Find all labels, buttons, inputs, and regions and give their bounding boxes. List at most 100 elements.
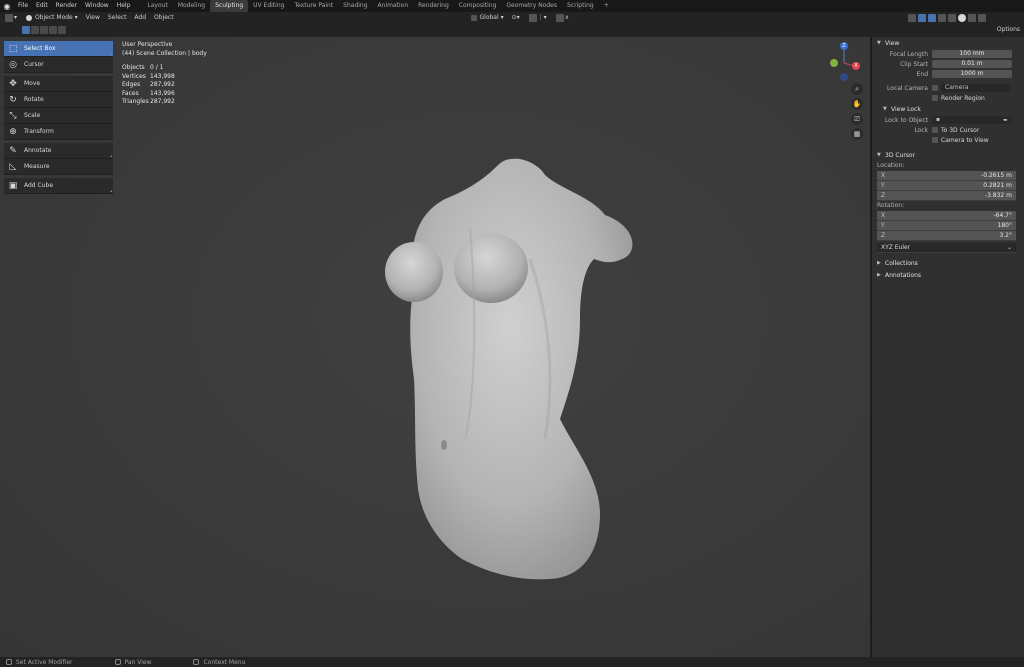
tool-rotate[interactable]: ↻ Rotate: [4, 92, 113, 108]
blender-logo-icon[interactable]: ◉: [0, 0, 14, 12]
options-dropdown[interactable]: Options: [997, 26, 1020, 33]
tool-transform[interactable]: ⊕ Transform: [4, 124, 113, 140]
mode-subtract-icon[interactable]: [40, 26, 48, 34]
mode-extend-icon[interactable]: [31, 26, 39, 34]
chevron-down-icon: ⌄: [1006, 244, 1012, 251]
status-item-set-active-modifier: Set Active Modifier: [0, 659, 73, 666]
tool-select-box[interactable]: ⬚ Select Box: [4, 41, 113, 57]
focal-length-field[interactable]: 100 mm: [932, 50, 1012, 58]
solid-shading-icon[interactable]: [958, 14, 967, 22]
panel-view-lock-header[interactable]: ▼ View Lock: [872, 103, 1024, 115]
tab-uv-editing[interactable]: UV Editing: [248, 0, 289, 12]
mode-intersect-icon[interactable]: [58, 26, 66, 34]
render-region-checkbox[interactable]: [932, 95, 938, 101]
header-menu-view[interactable]: View: [82, 12, 104, 24]
tab-modeling[interactable]: Modeling: [173, 0, 210, 12]
tab-sculpting[interactable]: Sculpting: [210, 0, 249, 12]
local-camera-field[interactable]: Camera: [941, 84, 1011, 92]
zoom-icon[interactable]: ⌕: [851, 83, 863, 95]
gizmo-toggle-icon[interactable]: [918, 14, 927, 22]
tool-scale[interactable]: ⤡ Scale: [4, 108, 113, 124]
menu-file[interactable]: File: [14, 0, 32, 12]
editor-type-icon: [5, 14, 13, 22]
cursor-location-y[interactable]: Y 0.2821 m: [877, 181, 1016, 191]
proportional-edit-toggle[interactable]: ∧: [551, 12, 573, 24]
cursor-location-z[interactable]: Z -3.832 m: [877, 191, 1016, 201]
tool-move[interactable]: ✥ Move: [4, 76, 113, 92]
mode-set-new-icon[interactable]: [22, 26, 30, 34]
axis-value: 0.2821 m: [983, 182, 1012, 189]
pivot-dropdown[interactable]: ⊙ ▾: [508, 12, 524, 24]
mode-invert-icon[interactable]: [49, 26, 57, 34]
sculpted-torso-mesh[interactable]: [370, 119, 650, 589]
cursor-rotation-z[interactable]: Z 3.2°: [877, 231, 1016, 241]
overlay-toggle-icon[interactable]: [928, 14, 937, 22]
rendered-shading-icon[interactable]: [978, 14, 987, 22]
gizmo-y-axis-neg[interactable]: [830, 59, 838, 67]
menu-help[interactable]: Help: [113, 0, 135, 12]
lock-to-object-field[interactable]: ▪: [932, 116, 1012, 124]
menu-edit[interactable]: Edit: [32, 0, 52, 12]
xray-toggle-icon[interactable]: [938, 14, 947, 22]
stat-value: 287,992: [150, 81, 175, 88]
stat-label: Faces: [122, 89, 139, 97]
add-workspace-button[interactable]: +: [599, 0, 614, 12]
cursor-rotation-y[interactable]: Y 180°: [877, 221, 1016, 231]
header-menu-object[interactable]: Object: [150, 12, 178, 24]
cursor-rotation-x[interactable]: X -64.7°: [877, 211, 1016, 221]
tool-options-corner: [110, 155, 112, 157]
tab-layout[interactable]: Layout: [142, 0, 172, 12]
clip-end-field[interactable]: 1000 m: [932, 70, 1012, 78]
panel-3d-cursor-header[interactable]: ▼ 3D Cursor: [872, 149, 1024, 161]
mouse-left-icon: [6, 659, 12, 665]
tool-add-cube[interactable]: ▣ Add Cube: [4, 178, 113, 194]
eyedropper-icon[interactable]: ✒: [1003, 117, 1008, 124]
gizmo-x-axis[interactable]: X: [852, 62, 860, 70]
camera-view-icon[interactable]: ⎚: [851, 113, 863, 125]
panel-title: Collections: [885, 259, 918, 267]
torso-navel: [441, 440, 447, 450]
gizmo-z-axis[interactable]: Z: [840, 42, 848, 50]
menu-render[interactable]: Render: [52, 0, 81, 12]
tab-scripting[interactable]: Scripting: [562, 0, 599, 12]
axis-value: 180°: [997, 222, 1012, 229]
local-camera-row: Local Camera Camera: [872, 83, 1024, 93]
visibility-icon[interactable]: [908, 14, 917, 22]
transform-orientation-label: Global: [479, 14, 499, 21]
menu-window[interactable]: Window: [81, 0, 113, 12]
material-shading-icon[interactable]: [968, 14, 977, 22]
viewport-overlays-group: [903, 14, 991, 22]
panel-collections-header[interactable]: ▶ Collections: [872, 257, 1024, 269]
tool-annotate[interactable]: ✎ Annotate: [4, 143, 113, 159]
perspective-grid-icon[interactable]: ▦: [851, 128, 863, 140]
snap-toggle[interactable]: ⋮▾: [524, 12, 551, 24]
wireframe-shading-icon[interactable]: [948, 14, 957, 22]
camera-to-view-checkbox[interactable]: [932, 137, 938, 143]
tab-compositing[interactable]: Compositing: [454, 0, 502, 12]
tab-shading[interactable]: Shading: [338, 0, 372, 12]
scale-icon: ⤡: [9, 110, 17, 121]
tool-label: Transform: [24, 128, 54, 135]
panel-view-header[interactable]: ▼ View: [872, 37, 1024, 49]
mode-dropdown[interactable]: Object Mode ▾: [21, 12, 82, 24]
tool-cursor[interactable]: ◎ Cursor: [4, 57, 113, 73]
tab-rendering[interactable]: Rendering: [413, 0, 454, 12]
header-menu-add[interactable]: Add: [130, 12, 150, 24]
tool-measure[interactable]: ◺ Measure: [4, 159, 113, 175]
pan-hand-icon[interactable]: ✋: [851, 98, 863, 110]
3d-viewport[interactable]: ⬚ Select Box ◎ Cursor ✥ Move ↻ Rotate ⤡ …: [0, 37, 870, 657]
clip-start-field[interactable]: 0.01 m: [932, 60, 1012, 68]
editor-type-dropdown[interactable]: ▾: [0, 12, 21, 24]
tab-geometry-nodes[interactable]: Geometry Nodes: [501, 0, 562, 12]
tool-label: Cursor: [24, 61, 44, 68]
panel-annotations-header[interactable]: ▶ Annotations: [872, 269, 1024, 281]
tab-animation[interactable]: Animation: [373, 0, 414, 12]
rotation-mode-dropdown[interactable]: XYZ Euler ⌄: [877, 243, 1016, 253]
transform-orientation-dropdown[interactable]: Global ▾: [466, 12, 508, 24]
header-menu-select[interactable]: Select: [104, 12, 131, 24]
tab-texture-paint[interactable]: Texture Paint: [289, 0, 338, 12]
to-3d-cursor-checkbox[interactable]: [932, 127, 938, 133]
local-camera-checkbox[interactable]: [932, 85, 938, 91]
cursor-location-x[interactable]: X -0.2615 m: [877, 171, 1016, 181]
gizmo-z-axis-neg[interactable]: [840, 73, 848, 81]
